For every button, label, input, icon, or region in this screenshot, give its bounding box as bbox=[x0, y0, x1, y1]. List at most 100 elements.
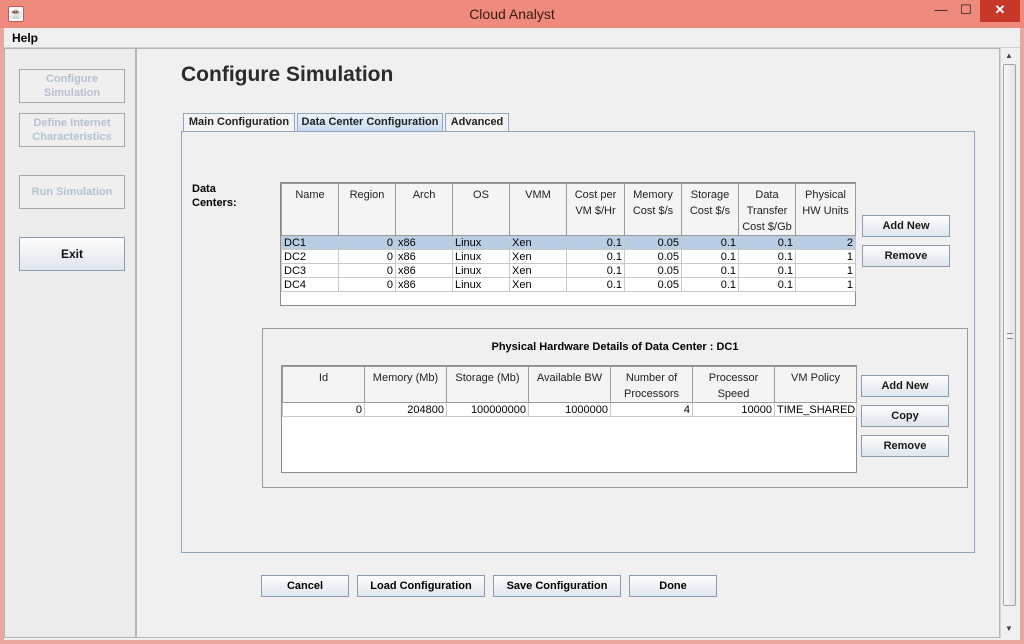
exit-button[interactable]: Exit bbox=[19, 237, 125, 271]
table-cell[interactable]: 0.1 bbox=[681, 263, 739, 278]
table-cell[interactable]: 1 bbox=[795, 263, 856, 278]
copy-hardware-button[interactable]: Copy bbox=[861, 405, 949, 427]
table-cell[interactable]: 1 bbox=[795, 249, 856, 264]
table-cell[interactable]: Xen bbox=[509, 263, 567, 278]
add-hardware-button[interactable]: Add New bbox=[861, 375, 949, 397]
table-cell[interactable]: Xen bbox=[509, 249, 567, 264]
column-header[interactable]: Number of Processors bbox=[610, 366, 693, 403]
column-header[interactable]: Memory Cost $/s bbox=[624, 183, 682, 236]
table-cell[interactable]: DC2 bbox=[281, 249, 339, 264]
table-cell[interactable]: 0.1 bbox=[738, 263, 796, 278]
table-row[interactable]: DC2 0 x86 Linux Xen 0.1 0.05 0.1 0.1 1 bbox=[281, 249, 856, 264]
table-cell[interactable]: 10000 bbox=[692, 402, 775, 417]
column-header[interactable]: Processor Speed bbox=[692, 366, 775, 403]
table-cell[interactable]: 204800 bbox=[364, 402, 447, 417]
table-cell[interactable]: x86 bbox=[395, 277, 453, 292]
table-cell[interactable]: x86 bbox=[395, 249, 453, 264]
column-header[interactable]: Memory (Mb) bbox=[364, 366, 447, 403]
table-cell[interactable]: Linux bbox=[452, 277, 510, 292]
table-cell[interactable]: Xen bbox=[509, 235, 567, 250]
tab-data-center-configuration[interactable]: Data Center Configuration bbox=[297, 113, 443, 131]
table-cell[interactable]: 0 bbox=[338, 277, 396, 292]
scroll-up-icon[interactable]: ▲ bbox=[1005, 51, 1013, 60]
tab-main-configuration[interactable]: Main Configuration bbox=[183, 113, 295, 131]
table-cell[interactable]: 0 bbox=[338, 249, 396, 264]
table-cell[interactable]: 0.1 bbox=[681, 249, 739, 264]
table-cell[interactable]: 0.1 bbox=[681, 277, 739, 292]
cancel-button[interactable]: Cancel bbox=[261, 575, 349, 597]
configure-simulation-button[interactable]: Configure Simulation bbox=[19, 69, 125, 103]
table-cell[interactable]: Linux bbox=[452, 263, 510, 278]
table-cell[interactable]: TIME_SHARED bbox=[774, 402, 857, 417]
add-data-center-button[interactable]: Add New bbox=[862, 215, 950, 237]
table-cell[interactable]: 0.1 bbox=[738, 249, 796, 264]
column-header[interactable]: Physical HW Units bbox=[795, 183, 856, 236]
run-simulation-button[interactable]: Run Simulation bbox=[19, 175, 125, 209]
table-cell[interactable]: 0.1 bbox=[681, 235, 739, 250]
table-cell[interactable]: 100000000 bbox=[446, 402, 529, 417]
table-cell[interactable]: 1000000 bbox=[528, 402, 611, 417]
vertical-scrollbar[interactable]: ▲ ▼ bbox=[1000, 48, 1018, 638]
table-cell[interactable]: 1 bbox=[795, 277, 856, 292]
scroll-down-icon[interactable]: ▼ bbox=[1005, 624, 1013, 633]
table-header-row: Id Memory (Mb) Storage (Mb) Available BW… bbox=[282, 366, 857, 403]
table-cell[interactable]: 0.1 bbox=[566, 263, 625, 278]
column-header[interactable]: Storage Cost $/s bbox=[681, 183, 739, 236]
hardware-table[interactable]: Id Memory (Mb) Storage (Mb) Available BW… bbox=[281, 365, 857, 473]
column-header[interactable]: Arch bbox=[395, 183, 453, 236]
window-title: Cloud Analyst bbox=[469, 6, 555, 22]
table-cell[interactable]: DC1 bbox=[281, 235, 339, 250]
column-header[interactable]: Name bbox=[281, 183, 339, 236]
table-cell[interactable]: 0 bbox=[338, 235, 396, 250]
table-row[interactable]: DC1 0 x86 Linux Xen 0.1 0.05 0.1 0.1 2 bbox=[281, 235, 856, 250]
close-icon[interactable]: ✕ bbox=[980, 0, 1020, 22]
column-header[interactable]: VM Policy bbox=[774, 366, 857, 403]
grip-icon bbox=[1007, 333, 1013, 339]
column-header[interactable]: Data Transfer Cost $/Gb bbox=[738, 183, 796, 236]
table-cell[interactable]: 0.1 bbox=[566, 235, 625, 250]
column-header[interactable]: Id bbox=[282, 366, 365, 403]
table-cell[interactable]: Linux bbox=[452, 249, 510, 264]
table-cell[interactable]: 2 bbox=[795, 235, 856, 250]
done-button[interactable]: Done bbox=[629, 575, 717, 597]
table-cell[interactable]: 0.05 bbox=[624, 249, 682, 264]
table-cell[interactable]: Linux bbox=[452, 235, 510, 250]
table-row[interactable]: DC3 0 x86 Linux Xen 0.1 0.05 0.1 0.1 1 bbox=[281, 263, 856, 278]
table-cell[interactable]: DC4 bbox=[281, 277, 339, 292]
column-header[interactable]: Cost per VM $/Hr bbox=[566, 183, 625, 236]
save-configuration-button[interactable]: Save Configuration bbox=[493, 575, 621, 597]
scrollbar-thumb[interactable] bbox=[1003, 64, 1016, 606]
data-centers-label: Data Centers: bbox=[192, 183, 237, 209]
table-row[interactable]: 0 204800 100000000 1000000 4 10000 TIME_… bbox=[282, 402, 857, 417]
column-header[interactable]: Available BW bbox=[528, 366, 611, 403]
minimize-icon[interactable]: — bbox=[930, 0, 952, 22]
define-internet-characteristics-button[interactable]: Define Internet Characteristics bbox=[19, 113, 125, 147]
table-cell[interactable]: 0.1 bbox=[566, 249, 625, 264]
column-header[interactable]: OS bbox=[452, 183, 510, 236]
tab-advanced[interactable]: Advanced bbox=[445, 113, 509, 131]
table-row[interactable]: DC4 0 x86 Linux Xen 0.1 0.05 0.1 0.1 1 bbox=[281, 277, 856, 292]
table-cell[interactable]: 0.05 bbox=[624, 235, 682, 250]
table-cell[interactable]: 0 bbox=[282, 402, 365, 417]
table-cell[interactable]: 0 bbox=[338, 263, 396, 278]
table-cell[interactable]: 0.05 bbox=[624, 277, 682, 292]
table-cell[interactable]: DC3 bbox=[281, 263, 339, 278]
tab-content: Data Centers: Name Region Arch OS VMM Co… bbox=[181, 131, 975, 553]
remove-hardware-button[interactable]: Remove bbox=[861, 435, 949, 457]
data-centers-table[interactable]: Name Region Arch OS VMM Cost per VM $/Hr… bbox=[280, 182, 856, 306]
table-cell[interactable]: x86 bbox=[395, 235, 453, 250]
table-cell[interactable]: x86 bbox=[395, 263, 453, 278]
table-cell[interactable]: 0.05 bbox=[624, 263, 682, 278]
column-header[interactable]: Storage (Mb) bbox=[446, 366, 529, 403]
column-header[interactable]: Region bbox=[338, 183, 396, 236]
table-cell[interactable]: 0.1 bbox=[738, 277, 796, 292]
maximize-icon[interactable]: ☐ bbox=[954, 0, 978, 22]
table-cell[interactable]: 4 bbox=[610, 402, 693, 417]
table-cell[interactable]: 0.1 bbox=[566, 277, 625, 292]
menu-help[interactable]: Help bbox=[12, 31, 38, 45]
table-cell[interactable]: 0.1 bbox=[738, 235, 796, 250]
remove-data-center-button[interactable]: Remove bbox=[862, 245, 950, 267]
table-cell[interactable]: Xen bbox=[509, 277, 567, 292]
load-configuration-button[interactable]: Load Configuration bbox=[357, 575, 485, 597]
column-header[interactable]: VMM bbox=[509, 183, 567, 236]
